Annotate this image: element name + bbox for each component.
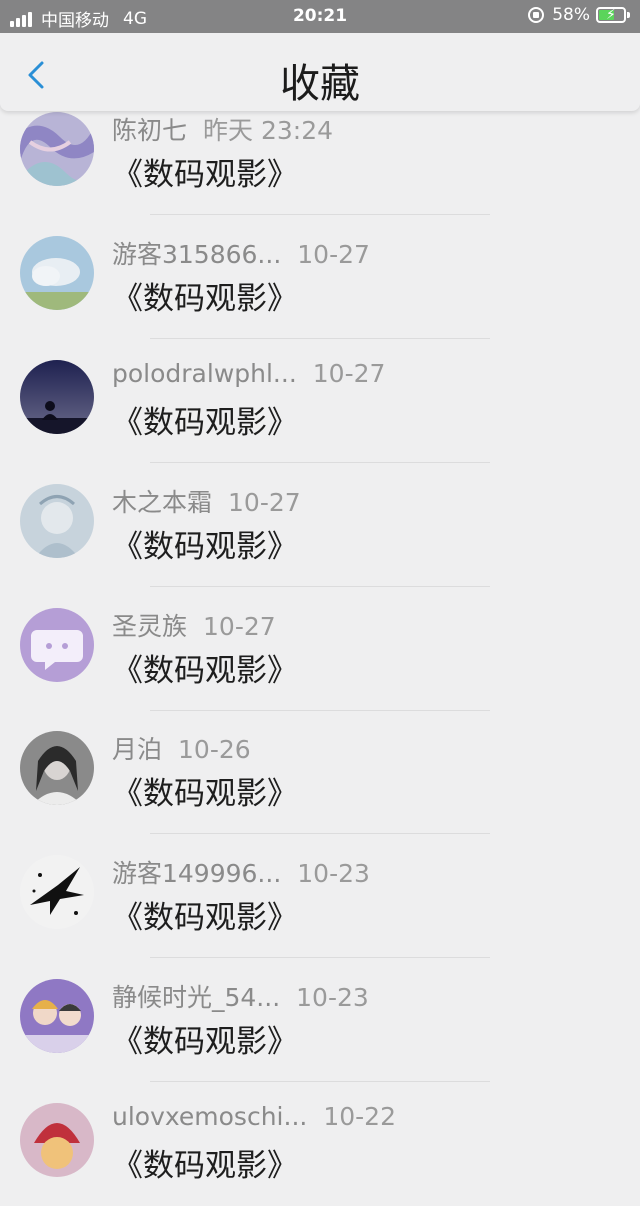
list-item[interactable]: polodralwphl... 10-27 《数码观影》 [0, 339, 640, 463]
list-item[interactable]: 游客315866... 10-27 《数码观影》 [0, 215, 640, 339]
battery-icon: ⚡ [596, 7, 626, 23]
item-date: 10-27 [312, 359, 386, 388]
avatar [20, 979, 94, 1053]
item-date: 10-23 [297, 859, 370, 888]
list-item[interactable]: 圣灵族 10-27 《数码观影》 [0, 587, 640, 711]
item-title: 《数码观影》 [112, 529, 298, 565]
item-title: 《数码观影》 [112, 157, 298, 193]
list-item[interactable]: 静候时光_54... 10-23 《数码观影》 [0, 958, 640, 1082]
avatar [20, 608, 94, 682]
item-meta: 游客149996... 10-23 [112, 854, 370, 890]
user-name: 木之本霜 [112, 488, 213, 517]
item-title: 《数码观影》 [112, 653, 298, 689]
item-date: 10-22 [323, 1102, 396, 1131]
item-date: 昨天 23:24 [203, 116, 334, 145]
item-date: 10-27 [297, 240, 370, 269]
list-item[interactable]: 月泊 10-26 《数码观影》 [0, 710, 640, 834]
item-date: 10-26 [178, 735, 251, 764]
item-meta: polodralwphl... 10-27 [112, 359, 385, 388]
avatar [20, 1103, 94, 1177]
item-meta: 游客315866... 10-27 [112, 235, 370, 271]
list-item[interactable]: ulovxemoschi... 10-22 《数码观影》 [0, 1082, 640, 1206]
avatar [20, 855, 94, 929]
item-meta: 静候时光_54... 10-23 [112, 978, 369, 1014]
navigation-bar: 收藏 [0, 33, 640, 111]
avatar [20, 731, 94, 805]
user-name: ulovxemoschi... [112, 1102, 308, 1131]
list-item[interactable]: 木之本霜 10-27 《数码观影》 [0, 463, 640, 587]
item-meta: 月泊 10-26 [112, 730, 251, 766]
user-name: 游客149996... [112, 859, 282, 888]
user-name: 游客315866... [112, 240, 282, 269]
item-title: 《数码观影》 [112, 1148, 298, 1184]
avatar [20, 484, 94, 558]
item-title: 《数码观影》 [112, 776, 298, 812]
item-meta: 陈初七 昨天 23:24 [112, 111, 333, 147]
item-date: 10-27 [203, 612, 276, 641]
avatar [20, 112, 94, 186]
avatar [20, 236, 94, 310]
user-name: 月泊 [112, 735, 163, 764]
list-item[interactable]: 游客149996... 10-23 《数码观影》 [0, 834, 640, 958]
user-name: 陈初七 [112, 116, 188, 145]
item-meta: ulovxemoschi... 10-22 [112, 1102, 396, 1131]
item-title: 《数码观影》 [112, 1024, 298, 1060]
page-title: 收藏 [280, 61, 360, 107]
user-name: 静候时光_54... [112, 983, 281, 1012]
item-title: 《数码观影》 [112, 405, 298, 441]
orientation-lock-icon [528, 7, 545, 23]
user-name: 圣灵族 [112, 612, 188, 641]
item-date: 10-23 [296, 983, 369, 1012]
item-date: 10-27 [228, 488, 301, 517]
item-title: 《数码观影》 [112, 900, 298, 936]
avatar [20, 360, 94, 434]
item-title: 《数码观影》 [112, 281, 298, 317]
item-meta: 木之本霜 10-27 [112, 483, 301, 519]
status-bar: 中国移动 4G 20:21 58% ⚡ [0, 0, 640, 33]
item-meta: 圣灵族 10-27 [112, 607, 276, 643]
user-name: polodralwphl... [112, 359, 297, 388]
battery-percent: 58% [552, 5, 590, 25]
